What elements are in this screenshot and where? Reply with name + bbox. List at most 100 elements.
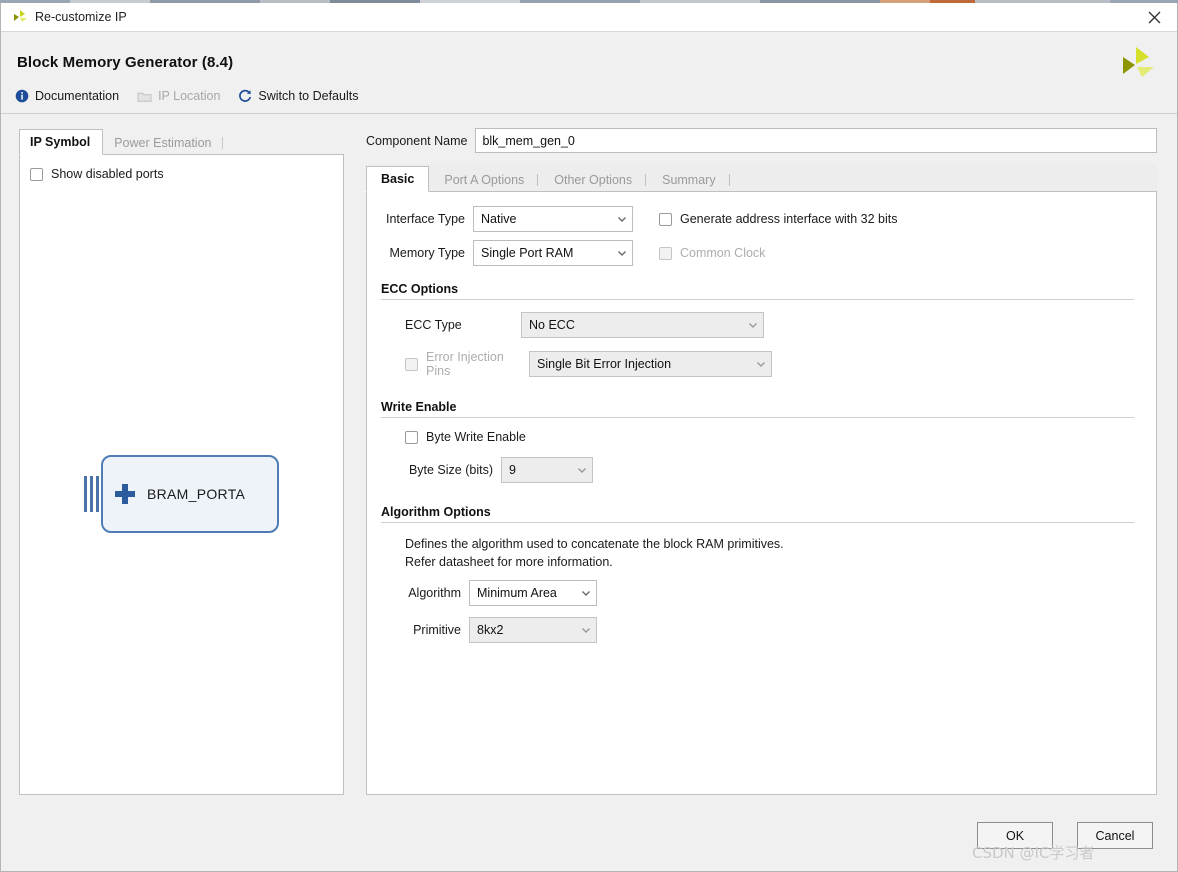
config-tab-strip: Basic Port A Options Other Options Summa… [366, 164, 1157, 192]
tab-port-a-options[interactable]: Port A Options [429, 167, 539, 192]
error-injection-pins-label: Error Injection Pins [426, 350, 504, 378]
ip-location-label: IP Location [158, 89, 221, 103]
folder-icon [137, 90, 152, 103]
dialog-body: IP Symbol Power Estimation Show disabled… [1, 114, 1177, 815]
ecc-type-label: ECC Type [405, 318, 462, 332]
dialog-title-bar: Re-customize IP [1, 3, 1177, 32]
ip-location-button[interactable]: IP Location [137, 89, 220, 103]
refresh-icon [238, 89, 252, 103]
byte-write-enable-row: Byte Write Enable [381, 430, 1134, 444]
generate-address-interface-checkbox[interactable] [659, 212, 672, 226]
byte-write-enable-checkbox-row[interactable]: Byte Write Enable [381, 430, 526, 444]
component-name-label: Component Name [366, 133, 468, 148]
interface-type-row: Interface Type Native Generate address i… [381, 206, 1134, 232]
info-icon [15, 89, 29, 103]
error-injection-type-select[interactable]: Single Bit Error Injection [529, 351, 772, 377]
memory-type-value: Single Port RAM [481, 246, 574, 260]
tab-summary-label: Summary [662, 173, 716, 187]
bram-porta-block[interactable]: BRAM_PORTA [101, 455, 279, 533]
ecc-options-title: ECC Options [381, 282, 459, 296]
tab-other-options[interactable]: Other Options [539, 167, 647, 192]
dialog-toolbar: Documentation IP Location Switch to Defa… [1, 71, 1177, 113]
close-icon[interactable] [1131, 3, 1177, 31]
algorithm-value: Minimum Area [477, 586, 557, 601]
bram-porta-label: BRAM_PORTA [147, 486, 246, 502]
algorithm-row: Algorithm Minimum Area [381, 580, 1134, 607]
ecc-options-group: ECC Options ECC Type No ECC Error Inject… [381, 282, 1134, 378]
chevron-down-icon [616, 247, 628, 259]
algorithm-description: Defines the algorithm used to concatenat… [381, 535, 1134, 571]
byte-write-enable-checkbox[interactable] [405, 430, 418, 444]
dialog-title: Re-customize IP [35, 10, 127, 24]
documentation-label: Documentation [35, 89, 120, 103]
chevron-down-icon [616, 213, 628, 225]
show-disabled-ports-label: Show disabled ports [51, 167, 164, 181]
show-disabled-ports-checkbox[interactable] [30, 167, 43, 181]
memory-type-label: Memory Type [389, 246, 466, 260]
common-clock-row[interactable]: Common Clock [659, 246, 765, 260]
xilinx-logo-icon [11, 9, 29, 25]
algorithm-label: Algorithm [408, 586, 461, 601]
chevron-down-icon [580, 624, 592, 636]
error-injection-type-value: Single Bit Error Injection [537, 357, 672, 371]
bram-symbol: BRAM_PORTA [20, 455, 343, 533]
generate-address-interface-row[interactable]: Generate address interface with 32 bits [659, 212, 897, 226]
component-name-input[interactable] [475, 128, 1157, 153]
write-enable-title: Write Enable [381, 400, 457, 414]
write-enable-group: Write Enable Byte Write Enable Byte Size… [381, 400, 1134, 483]
error-injection-pins-checkbox[interactable] [405, 357, 418, 371]
page-title: Block Memory Generator (8.4) [17, 54, 234, 71]
memory-type-select[interactable]: Single Port RAM [473, 240, 633, 266]
chevron-down-icon [755, 358, 767, 370]
dialog-header: Block Memory Generator (8.4) [1, 32, 1177, 77]
xilinx-pinwheel-logo [1115, 44, 1157, 86]
ecc-type-value: No ECC [529, 318, 575, 332]
show-disabled-ports-row[interactable]: Show disabled ports [20, 155, 343, 181]
byte-size-select[interactable]: 9 [501, 457, 593, 483]
error-injection-pins-row: Error Injection Pins Single Bit Error In… [381, 350, 1134, 378]
algorithm-options-title: Algorithm Options [381, 505, 491, 519]
primitive-row: Primitive 8kx2 [381, 617, 1134, 644]
port-bars-icon [84, 476, 99, 512]
basic-tab-content: Interface Type Native Generate address i… [366, 192, 1157, 795]
ok-button[interactable]: OK [977, 822, 1053, 849]
ip-symbol-canvas: Show disabled ports BRAM_PORTA [19, 155, 344, 795]
primitive-label: Primitive [413, 623, 461, 638]
interface-type-select[interactable]: Native [473, 206, 633, 232]
re-customize-ip-dialog: Re-customize IP Block Memory Generator (… [0, 3, 1178, 872]
tab-basic[interactable]: Basic [366, 166, 430, 192]
algorithm-options-divider [381, 522, 1134, 523]
algorithm-select[interactable]: Minimum Area [469, 580, 597, 607]
primitive-select[interactable]: 8kx2 [469, 617, 597, 644]
documentation-button[interactable]: Documentation [15, 89, 119, 103]
ip-symbol-panel: IP Symbol Power Estimation Show disabled… [19, 128, 344, 815]
interface-type-value: Native [481, 212, 517, 226]
primitive-value: 8kx2 [477, 623, 504, 638]
byte-size-row: Byte Size (bits) 9 [381, 457, 1134, 483]
chevron-down-icon [747, 319, 759, 331]
tab-power-estimation-label: Power Estimation [114, 136, 212, 150]
byte-size-label: Byte Size (bits) [408, 463, 493, 477]
algorithm-description-line2: Refer datasheet for more information. [405, 555, 613, 570]
write-enable-divider [381, 417, 1134, 418]
chevron-down-icon [576, 464, 588, 476]
tab-summary[interactable]: Summary [647, 167, 731, 192]
byte-write-enable-label: Byte Write Enable [426, 430, 526, 444]
algorithm-description-line1: Defines the algorithm used to concatenat… [405, 537, 784, 551]
configuration-panel: Component Name Basic Port A Options Othe… [366, 128, 1159, 815]
tab-other-options-label: Other Options [554, 173, 633, 187]
ecc-options-divider [381, 299, 1134, 300]
generate-address-interface-label: Generate address interface with 32 bits [680, 212, 898, 226]
tab-power-estimation[interactable]: Power Estimation [103, 130, 224, 155]
left-tab-strip: IP Symbol Power Estimation [19, 128, 344, 155]
common-clock-checkbox[interactable] [659, 246, 672, 260]
ecc-type-select[interactable]: No ECC [521, 312, 764, 338]
tab-ip-symbol-label: IP Symbol [30, 135, 91, 149]
error-injection-pins-checkbox-row[interactable]: Error Injection Pins [381, 350, 521, 378]
common-clock-label: Common Clock [680, 246, 766, 260]
plus-icon[interactable] [115, 484, 135, 504]
switch-to-defaults-button[interactable]: Switch to Defaults [238, 89, 358, 103]
cancel-button[interactable]: Cancel [1077, 822, 1153, 849]
tab-ip-symbol[interactable]: IP Symbol [19, 129, 104, 155]
tab-basic-label: Basic [381, 172, 415, 186]
